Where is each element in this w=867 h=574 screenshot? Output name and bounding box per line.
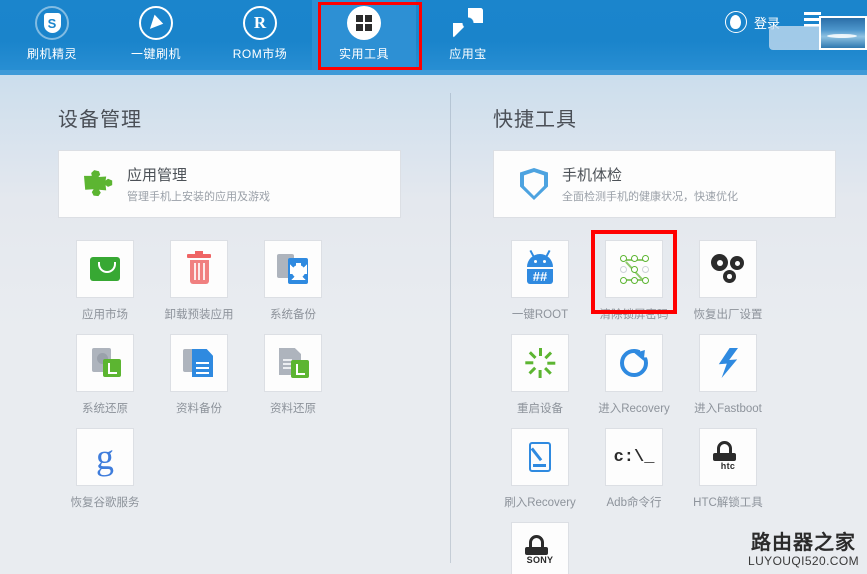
tool-factory-reset[interactable]: 恢复出厂设置 [681, 240, 775, 322]
watermark-cn: 路由器之家 [751, 530, 857, 554]
lock-brand-label: htc [720, 461, 736, 471]
pattern-lock-icon [617, 254, 651, 284]
watermark: 路由器之家 LUYOUQI520.COM [748, 530, 859, 569]
qq-penguin-icon [724, 11, 747, 33]
tool-adb-command-line[interactable]: c:\_ Adb命令行 [587, 428, 681, 510]
lightning-bolt-icon [718, 348, 738, 378]
document-lines-clock-icon [277, 347, 309, 379]
tool-enter-fastboot[interactable]: 进入Fastboot [681, 334, 775, 416]
documents-gear-icon [277, 253, 309, 285]
quick-tools-grid: ## 一键ROOT 清除锁屏密码 恢复出厂设置 重启设备 进入Recovery … [493, 230, 867, 574]
tool-label: 进入Recovery [598, 403, 670, 415]
tool-data-backup[interactable]: 资料备份 [152, 334, 246, 416]
main-navigation: S 刷机精灵 一键刷机 R ROM市场 实用工具 应用宝 [0, 0, 520, 75]
card-subtitle: 管理手机上安装的应用及游戏 [127, 190, 270, 203]
registered-r-icon: R [243, 6, 277, 40]
trash-can-icon [187, 251, 211, 284]
tool-label: 恢复出厂设置 [693, 309, 763, 321]
tool-one-click-root[interactable]: ## 一键ROOT [493, 240, 587, 322]
shield-icon [514, 168, 554, 200]
puzzle-piece-icon [79, 170, 119, 199]
google-g-icon: g [96, 437, 114, 477]
tool-htc-unlock[interactable]: htc HTC解锁工具 [681, 428, 775, 510]
nav-item-shuajijingling[interactable]: S 刷机精灵 [0, 0, 104, 70]
cursor-circle-icon [139, 6, 173, 40]
tool-label: 系统还原 [82, 403, 128, 415]
nav-item-rom-market[interactable]: R ROM市场 [208, 0, 312, 70]
tool-restart-device[interactable]: 重启设备 [493, 334, 587, 416]
shopping-bag-icon [90, 257, 120, 281]
tool-system-backup[interactable]: 系统备份 [246, 240, 340, 322]
root-badge: ## [527, 269, 553, 284]
tool-label: 进入Fastboot [694, 403, 762, 415]
lock-brand-label: SONY [526, 555, 554, 565]
device-management-column: 设备管理 应用管理 管理手机上安装的应用及游戏 应用市场 卸载预装应用 系统备份… [0, 75, 450, 574]
refresh-arrow-icon [619, 346, 650, 378]
document-lines-icon [183, 347, 215, 379]
grid-squares-icon [347, 6, 381, 40]
card-title: 应用管理 [127, 166, 188, 184]
tool-label: 应用市场 [82, 309, 128, 321]
tool-label: 重启设备 [517, 403, 563, 415]
document-clock-icon [89, 347, 121, 379]
tool-label: 资料还原 [270, 403, 316, 415]
app-header: S 刷机精灵 一键刷机 R ROM市场 实用工具 应用宝 登录 [0, 0, 867, 75]
padlock-sony-icon: SONY [523, 535, 557, 567]
android-robot-icon: ## [524, 249, 556, 284]
pinwheel-icon [451, 6, 485, 40]
nav-label: 刷机精灵 [26, 47, 77, 61]
gears-icon [711, 254, 745, 284]
card-title: 手机体检 [562, 166, 623, 184]
tool-label: 系统备份 [270, 309, 316, 321]
nav-label: 应用宝 [449, 47, 487, 61]
shield-s-icon: S [35, 6, 69, 40]
tool-data-restore[interactable]: 资料还原 [246, 334, 340, 416]
tool-restore-google-services[interactable]: g 恢复谷歌服务 [58, 428, 152, 510]
nav-label: 实用工具 [338, 47, 389, 61]
nav-label: ROM市场 [232, 47, 288, 61]
nav-label: 一键刷机 [130, 47, 181, 61]
tool-label: Adb命令行 [606, 497, 662, 509]
main-content: 设备管理 应用管理 管理手机上安装的应用及游戏 应用市场 卸载预装应用 系统备份… [0, 75, 867, 574]
tool-label: 清除锁屏密码 [599, 309, 669, 321]
left-panel-title: 设备管理 [58, 109, 142, 131]
tool-sony-unlock[interactable]: SONY SONY解锁工具 [493, 522, 587, 574]
tool-label: 恢复谷歌服务 [70, 497, 140, 509]
tool-app-market[interactable]: 应用市场 [58, 240, 152, 322]
preview-thumbnail[interactable] [819, 16, 867, 50]
tool-label: HTC解锁工具 [693, 497, 763, 509]
phone-checkup-card[interactable]: 手机体检 全面检测手机的健康状况，快速优化 [493, 150, 836, 218]
nav-item-yijianshuaji[interactable]: 一键刷机 [104, 0, 208, 70]
tool-label: 一键ROOT [511, 309, 569, 321]
padlock-htc-icon: htc [711, 441, 745, 473]
restart-burst-icon [525, 348, 556, 378]
tool-uninstall-preinstalled[interactable]: 卸载预装应用 [152, 240, 246, 322]
column-divider [450, 93, 451, 563]
tool-flash-recovery[interactable]: 刷入Recovery [493, 428, 587, 510]
tool-label: 资料备份 [176, 403, 222, 415]
tool-label: 卸载预装应用 [164, 309, 234, 321]
phone-pencil-icon [529, 442, 551, 472]
right-panel-title: 快捷工具 [493, 109, 577, 131]
tool-system-restore[interactable]: 系统还原 [58, 334, 152, 416]
tool-label: 刷入Recovery [504, 497, 576, 509]
command-prompt-icon: c:\_ [613, 447, 655, 467]
watermark-en: LUYOUQI520.COM [748, 554, 859, 568]
nav-item-yingyongbao[interactable]: 应用宝 [416, 0, 520, 70]
device-tools-grid: 应用市场 卸载预装应用 系统备份 系统还原 资料备份 资料还原 g 恢复谷歌服务 [58, 240, 433, 522]
nav-item-utilities[interactable]: 实用工具 [312, 0, 416, 70]
quick-tools-column: 快捷工具 手机体检 全面检测手机的健康状况，快速优化 ## 一键ROOT 清除锁… [450, 75, 867, 574]
tool-clear-lockscreen-password[interactable]: 清除锁屏密码 [587, 230, 681, 322]
app-management-card[interactable]: 应用管理 管理手机上安装的应用及游戏 [58, 150, 401, 218]
tool-enter-recovery[interactable]: 进入Recovery [587, 334, 681, 416]
card-subtitle: 全面检测手机的健康状况，快速优化 [562, 190, 738, 203]
